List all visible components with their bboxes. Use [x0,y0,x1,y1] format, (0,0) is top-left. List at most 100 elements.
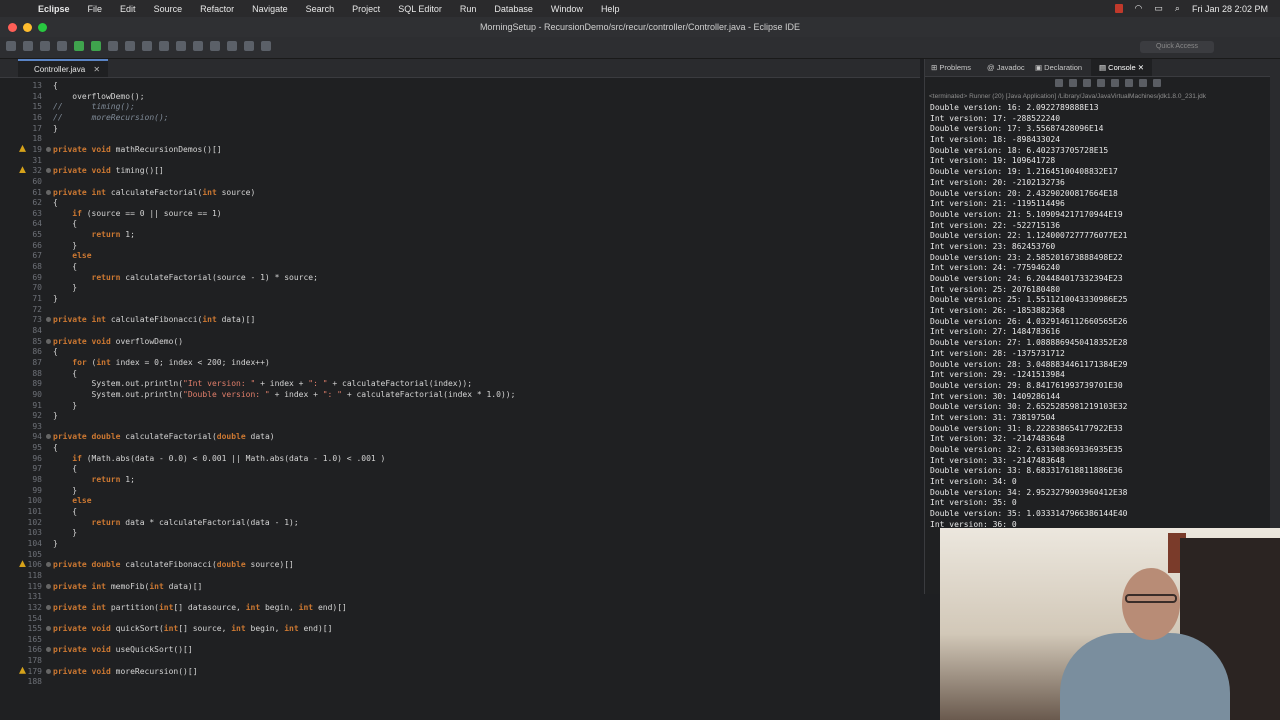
code-line[interactable]: 119 private int memoFib(int data)[] [0,581,920,592]
code-line[interactable]: 84 [0,325,920,336]
debug-icon[interactable] [91,41,101,51]
forward-icon[interactable] [244,41,254,51]
code-line[interactable]: 89 System.out.println("Int version: " + … [0,378,920,389]
back-icon[interactable] [227,41,237,51]
code-line[interactable]: 95 { [0,442,920,453]
code-line[interactable]: 16 // moreRecursion(); [0,112,920,123]
fold-icon[interactable] [46,604,51,610]
annotation-next-icon[interactable] [210,41,220,51]
battery-icon[interactable]: ▭ [1154,3,1163,14]
code-line[interactable]: 15 // timing(); [0,101,920,112]
code-line[interactable]: 155 private void quickSort(int[] source, … [0,623,920,634]
code-line[interactable]: 72 [0,304,920,315]
code-line[interactable]: 91 } [0,400,920,411]
remove-launch-icon[interactable] [1069,79,1077,87]
code-line[interactable]: 85 private void overflowDemo() [0,336,920,347]
save-all-icon[interactable] [40,41,50,51]
code-line[interactable]: 105 [0,549,920,560]
new-icon[interactable] [6,41,16,51]
coverage-icon[interactable] [108,41,118,51]
code-line[interactable]: 61 private int calculateFactorial(int sou… [0,187,920,198]
word-wrap-icon[interactable] [1111,79,1119,87]
tab-problems[interactable]: ⊞ Problems [931,59,971,76]
code-line[interactable]: 69 return calculateFactorial(source - 1)… [0,272,920,283]
pin-console-icon[interactable] [1125,79,1133,87]
fold-icon[interactable] [46,668,51,674]
code-line[interactable]: 60 [0,176,920,187]
code-line[interactable]: 179 private void moreRecursion()[] [0,666,920,677]
code-line[interactable]: 66 } [0,240,920,251]
toggle-mark-icon[interactable] [176,41,186,51]
code-line[interactable]: 73 private int calculateFibonacci(int dat… [0,314,920,325]
code-line[interactable]: 64 { [0,218,920,229]
code-line[interactable]: 18 [0,133,920,144]
close-window-icon[interactable] [8,23,17,32]
code-line[interactable]: 88 { [0,368,920,379]
code-line[interactable]: 132 private int partition(int[] datasourc… [0,602,920,613]
console-close-icon[interactable]: ✕ [1138,63,1144,72]
code-line[interactable]: 86 { [0,346,920,357]
open-console-icon[interactable] [1153,79,1161,87]
code-line[interactable]: 99 } [0,485,920,496]
code-area[interactable]: 13{14 overflowDemo(); 15// timing(); 16// … [0,80,920,720]
menu-navigate[interactable]: Navigate [252,4,288,14]
code-line[interactable]: 94 private double calculateFactorial(doub… [0,431,920,442]
code-line[interactable]: 97 { [0,463,920,474]
menu-search[interactable]: Search [306,4,335,14]
tab-controller-java[interactable]: Controller.java ✕ [18,59,109,77]
code-line[interactable]: 14 overflowDemo(); [0,91,920,102]
menu-sql-editor[interactable]: SQL Editor [398,4,442,14]
fold-icon[interactable] [46,583,51,589]
code-line[interactable]: 93 [0,421,920,432]
code-line[interactable]: 68 { [0,261,920,272]
search-icon[interactable]: ⌕ [1175,3,1180,14]
wifi-icon[interactable]: ◠ [1135,3,1143,14]
tab-javadoc[interactable]: @ Javadoc [987,59,1025,76]
fold-icon[interactable] [46,647,51,653]
code-line[interactable]: 106 private double calculateFibonacci(dou… [0,559,920,570]
menu-project[interactable]: Project [352,4,380,14]
new-java-class-icon[interactable] [125,41,135,51]
scroll-lock-icon[interactable] [1097,79,1105,87]
menu-database[interactable]: Database [494,4,533,14]
record-icon[interactable] [1114,4,1123,13]
code-line[interactable]: 96 if (Math.abs(data - 0.0) < 0.001 || M… [0,453,920,464]
fold-icon[interactable] [46,146,51,152]
fold-icon[interactable] [46,317,51,323]
annotation-prev-icon[interactable] [193,41,203,51]
code-line[interactable]: 166 private void useQuickSort()[] [0,644,920,655]
run-icon[interactable] [74,41,84,51]
menu-edit[interactable]: Edit [120,4,136,14]
code-line[interactable]: 118 [0,570,920,581]
code-line[interactable]: 100 else [0,495,920,506]
code-line[interactable]: 32 private void timing()[] [0,165,920,176]
fold-icon[interactable] [46,626,51,632]
menubar-clock[interactable]: Fri Jan 28 2:02 PM [1192,4,1268,14]
menu-help[interactable]: Help [601,4,620,14]
code-line[interactable]: 165 [0,634,920,645]
code-line[interactable]: 103 } [0,527,920,538]
save-icon[interactable] [23,41,33,51]
menu-file[interactable]: File [88,4,103,14]
console-output[interactable]: Double version: 16: 2.0922789888E13 Int v… [930,103,1127,531]
code-line[interactable]: 65 return 1; [0,229,920,240]
code-line[interactable]: 102 return data * calculateFactorial(dat… [0,517,920,528]
open-type-icon[interactable] [142,41,152,51]
fold-icon[interactable] [46,168,51,174]
code-line[interactable]: 67 else [0,250,920,261]
code-line[interactable]: 63 if (source == 0 || source == 1) [0,208,920,219]
code-line[interactable]: 178 [0,655,920,666]
fold-icon[interactable] [46,338,51,344]
code-line[interactable]: 101 { [0,506,920,517]
code-line[interactable]: 17} [0,123,920,134]
tab-declaration[interactable]: ▣ Declaration [1035,59,1082,76]
code-line[interactable]: 19 private void mathRecursionDemos()[] [0,144,920,155]
code-line[interactable]: 87 for (int index = 0; index < 200; inde… [0,357,920,368]
code-line[interactable]: 98 return 1; [0,474,920,485]
menu-source[interactable]: Source [154,4,183,14]
pin-editor-icon[interactable] [261,41,271,51]
code-line[interactable]: 71} [0,293,920,304]
code-line[interactable]: 131 [0,591,920,602]
code-line[interactable]: 188 [0,676,920,687]
menu-app-name[interactable]: Eclipse [38,4,70,14]
